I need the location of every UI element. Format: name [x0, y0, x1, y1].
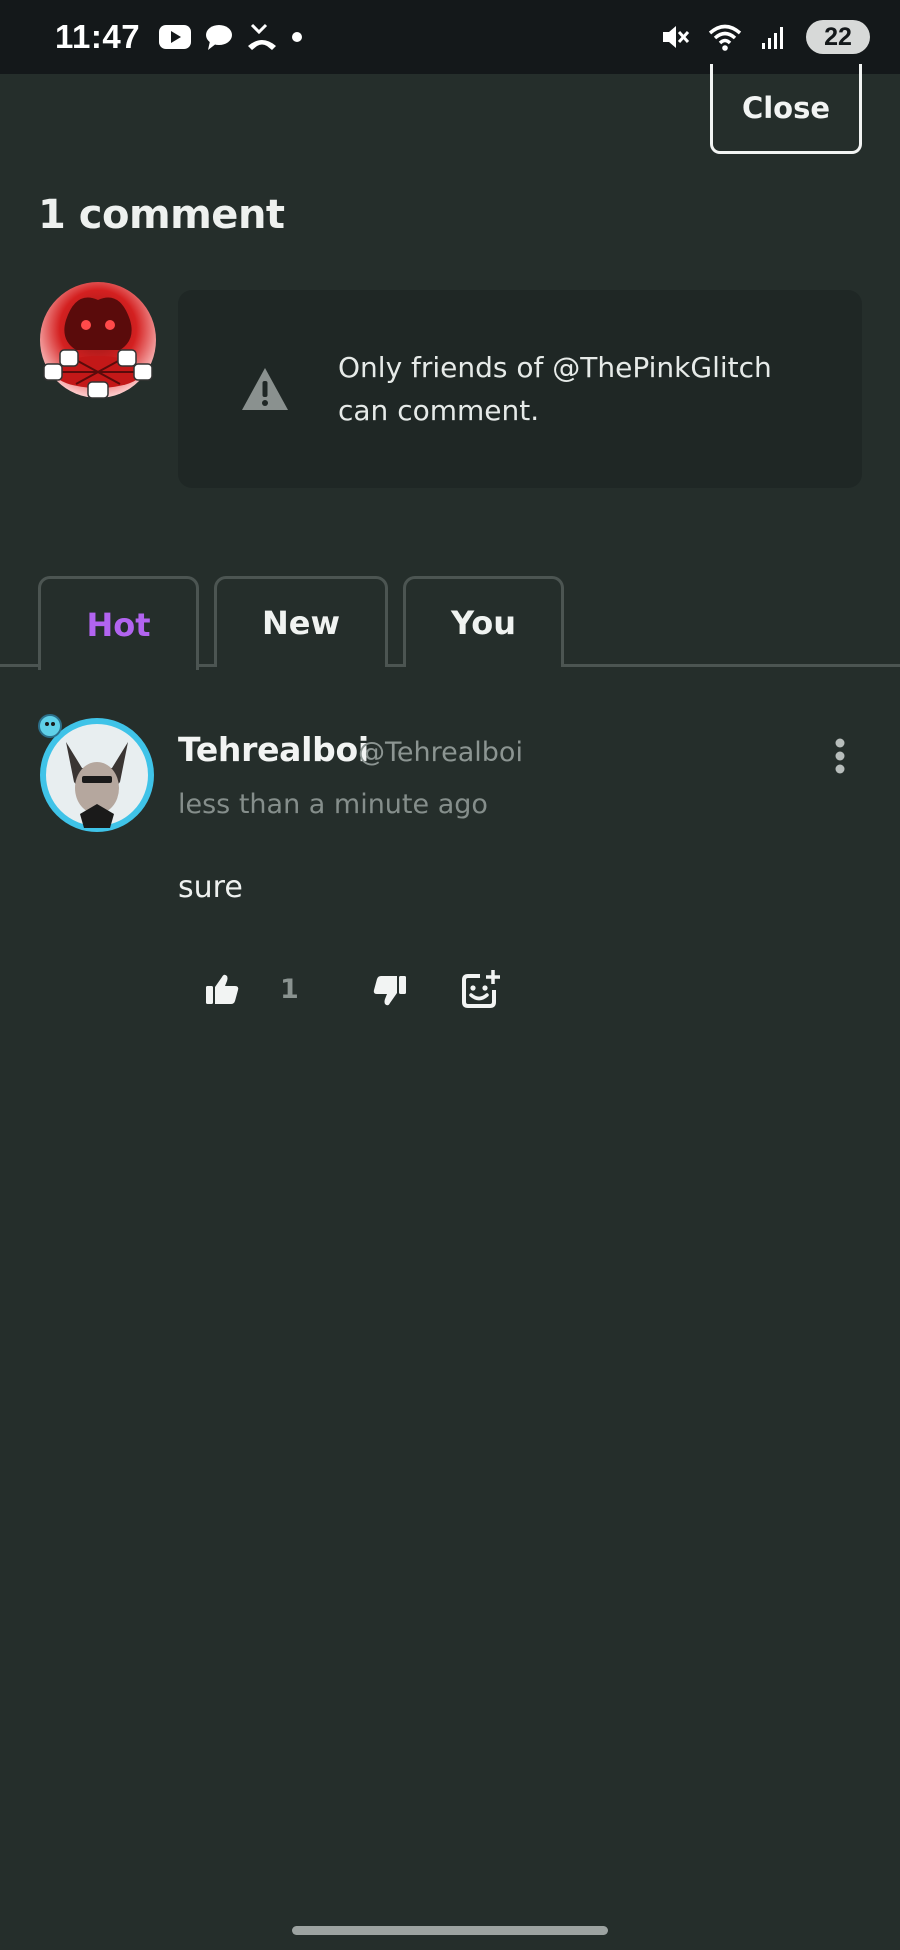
commenter-name[interactable]: Tehrealboi — [178, 730, 369, 769]
comment-timestamp: less than a minute ago — [178, 789, 488, 820]
tab-hot[interactable]: Hot — [38, 576, 199, 670]
close-button-label: Close — [741, 90, 831, 125]
mute-icon — [663, 26, 690, 48]
status-bar: 11:47 22 — [0, 0, 900, 74]
tab-new[interactable]: New — [214, 576, 388, 667]
tab-hot-label: Hot — [86, 605, 151, 644]
notice-text: Only friends of @ThePinkGlitch can comme… — [338, 351, 772, 427]
signal-icon — [762, 27, 783, 49]
battery-icon: 22 — [806, 20, 870, 54]
status-right: 22 — [660, 20, 870, 54]
wifi-icon — [708, 24, 742, 51]
like-count: 1 — [280, 974, 299, 1005]
comment-body: sure — [178, 870, 243, 905]
status-left: 11:47 — [55, 18, 304, 56]
chat-icon — [206, 25, 233, 50]
tab-you[interactable]: You — [403, 576, 564, 667]
warning-icon — [242, 368, 288, 410]
commenter-handle: @Tehrealboi — [358, 737, 523, 768]
tab-new-label: New — [261, 604, 341, 642]
tab-you-label: You — [451, 604, 516, 642]
status-time: 11:47 — [55, 18, 141, 55]
commenter-avatar[interactable] — [36, 712, 158, 834]
dislike-button[interactable] — [368, 968, 412, 1012]
poster-avatar[interactable] — [36, 280, 160, 404]
like-button[interactable] — [200, 968, 244, 1012]
comment-count-heading: 1 comment — [38, 192, 285, 238]
comment-restriction-notice: Only friends of @ThePinkGlitch can comme… — [178, 290, 862, 488]
missed-call-icon — [248, 23, 277, 50]
close-button[interactable]: Close — [710, 64, 862, 154]
more-options-icon[interactable] — [826, 736, 854, 776]
add-reaction-icon[interactable] — [458, 968, 502, 1012]
home-indicator[interactable] — [292, 1926, 608, 1935]
battery-level: 22 — [824, 22, 852, 51]
youtube-icon — [159, 25, 192, 49]
dot-icon — [292, 32, 303, 42]
